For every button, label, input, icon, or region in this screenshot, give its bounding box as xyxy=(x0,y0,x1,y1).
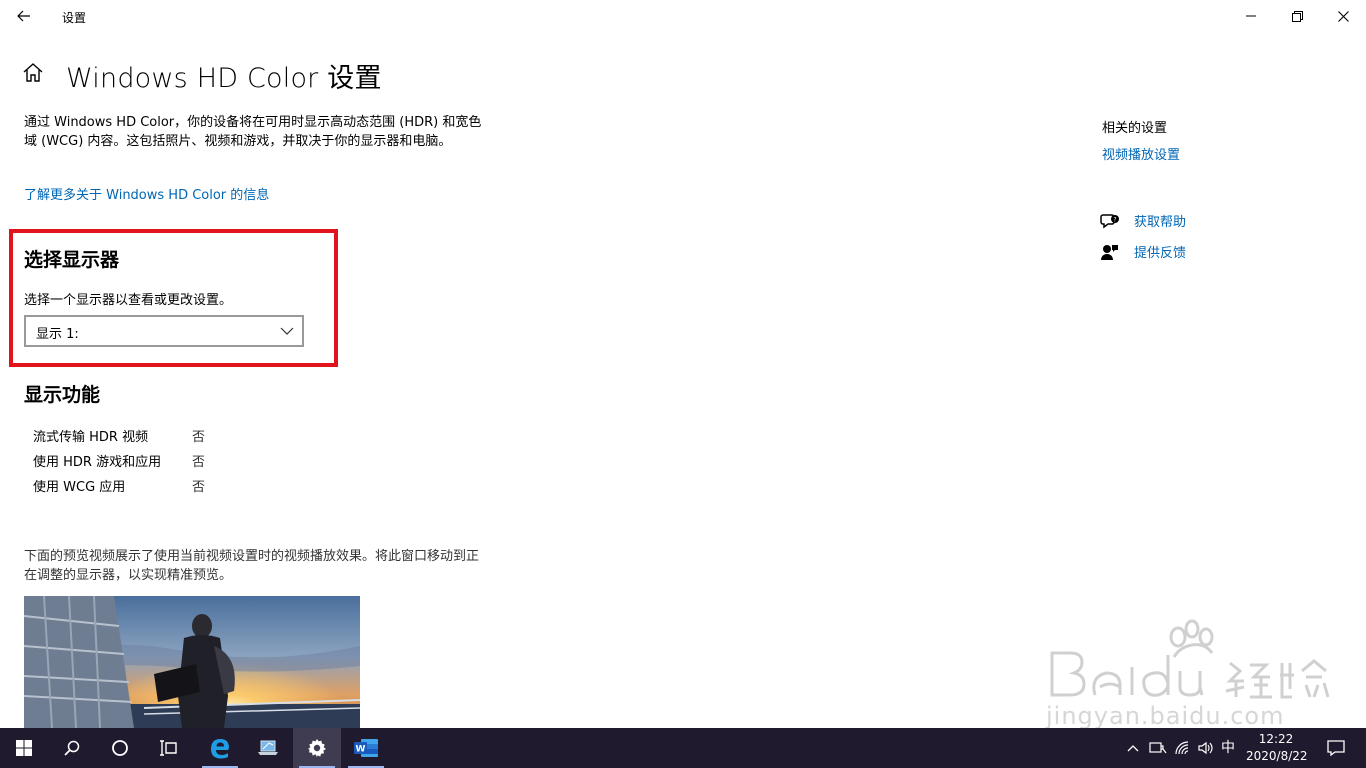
laptop-app-icon xyxy=(258,740,278,755)
watermark-text: jingyan.baidu.com xyxy=(1046,702,1285,730)
settings-icon xyxy=(308,739,326,757)
edge-icon xyxy=(211,739,229,759)
power-tray-button[interactable] xyxy=(1148,740,1168,756)
laptop-app-button[interactable] xyxy=(244,728,292,768)
cortana-button[interactable] xyxy=(96,728,144,768)
battery-plug-icon xyxy=(1149,742,1167,754)
get-help-label: 获取帮助 xyxy=(1134,215,1187,230)
settings-app-button[interactable] xyxy=(293,728,341,768)
display-select[interactable]: 显示 1: xyxy=(24,315,304,347)
related-settings-title: 相关的设置 xyxy=(1102,121,1168,136)
show-hidden-icons-button[interactable] xyxy=(1126,740,1140,756)
feedback-link[interactable]: 提供反馈 xyxy=(1100,242,1186,261)
task-view-button[interactable] xyxy=(144,728,192,768)
taskbar-clock[interactable]: 12:22 2020/8/22 xyxy=(1246,731,1308,765)
cortana-icon xyxy=(112,740,128,756)
page-title: Windows HD Color 设置 xyxy=(66,63,382,94)
preview-video-image xyxy=(24,596,360,728)
edge-button[interactable] xyxy=(196,728,244,768)
feature-label: 使用 HDR 游戏和应用 xyxy=(33,455,162,470)
action-center-button[interactable] xyxy=(1318,728,1354,768)
display-select-value: 显示 1: xyxy=(36,327,79,342)
word-button[interactable]: W xyxy=(342,728,390,768)
choose-display-title: 选择显示器 xyxy=(24,249,120,271)
wifi-icon xyxy=(1175,741,1189,755)
clock-time: 12:22 xyxy=(1258,732,1294,746)
feedback-icon xyxy=(1101,244,1118,260)
title-bar: 设置 xyxy=(0,0,1366,32)
svg-text:W: W xyxy=(356,745,366,755)
chevron-up-icon xyxy=(1127,745,1139,752)
preview-description: 下面的预览视频展示了使用当前视频设置时的视频播放效果。将此窗口移动到正在调整的显… xyxy=(24,549,480,583)
chevron-down-icon xyxy=(280,327,294,335)
close-icon xyxy=(1337,10,1349,22)
display-features-title: 显示功能 xyxy=(24,384,101,406)
start-icon xyxy=(16,740,32,756)
search-icon xyxy=(64,740,80,756)
feature-label: 流式传输 HDR 视频 xyxy=(33,430,149,445)
feature-value: 否 xyxy=(192,455,206,470)
feature-value: 否 xyxy=(192,430,206,445)
get-help-link[interactable]: ? 获取帮助 xyxy=(1100,211,1186,230)
minimize-icon xyxy=(1246,15,1256,17)
input-method-indicator[interactable]: 中 xyxy=(1221,737,1235,757)
notification-icon xyxy=(1327,740,1345,756)
preview-video[interactable] xyxy=(24,596,360,728)
back-button[interactable] xyxy=(8,2,40,30)
restore-button[interactable] xyxy=(1274,0,1320,32)
svg-text:?: ? xyxy=(1113,216,1116,223)
home-icon xyxy=(23,63,43,82)
volume-icon xyxy=(1198,741,1213,755)
clock-date: 2020/8/22 xyxy=(1246,749,1308,763)
restore-icon xyxy=(1291,10,1303,22)
app-title: 设置 xyxy=(62,11,87,25)
intro-text: 通过 Windows HD Color，你的设备将在可用时显示高动态范围 (HD… xyxy=(24,115,482,149)
choose-display-description: 选择一个显示器以查看或更改设置。 xyxy=(24,293,233,308)
feedback-label: 提供反馈 xyxy=(1134,246,1187,261)
network-tray-button[interactable] xyxy=(1174,740,1192,756)
back-arrow-icon xyxy=(17,10,30,22)
volume-tray-button[interactable] xyxy=(1197,740,1215,756)
video-playback-settings-link[interactable]: 视频播放设置 xyxy=(1102,144,1180,163)
help-chat-icon: ? xyxy=(1100,213,1119,228)
search-button[interactable] xyxy=(48,728,96,768)
feature-label: 使用 WCG 应用 xyxy=(33,480,126,495)
task-view-icon xyxy=(160,740,177,756)
learn-more-link[interactable]: 了解更多关于 Windows HD Color 的信息 xyxy=(24,184,269,203)
close-button[interactable] xyxy=(1320,0,1366,32)
home-button[interactable] xyxy=(22,62,46,84)
start-button[interactable] xyxy=(0,728,48,768)
feature-value: 否 xyxy=(192,480,206,495)
minimize-button[interactable] xyxy=(1228,0,1274,32)
word-icon: W xyxy=(354,739,378,757)
